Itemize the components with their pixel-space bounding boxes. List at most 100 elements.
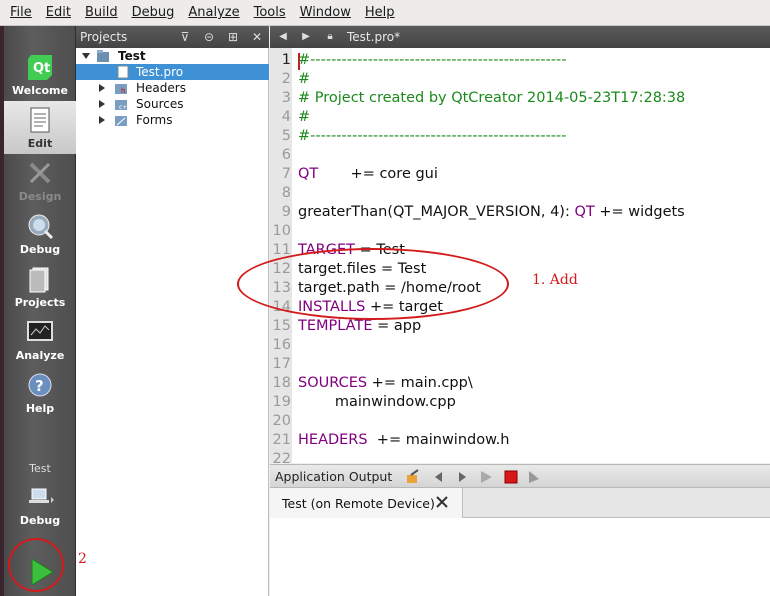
line-number: 10: [272, 223, 291, 239]
code-line: greaterThan(QT_MAJOR_VERSION, 4): QT += …: [298, 204, 685, 220]
line-number: 9: [281, 204, 291, 220]
kit-selector[interactable]: Debug: [4, 478, 76, 531]
mode-label: Help: [25, 402, 55, 415]
pro-file-icon: [117, 65, 129, 79]
mode-analyze[interactable]: Analyze: [4, 313, 76, 366]
menu-build[interactable]: Build: [85, 5, 118, 20]
mode-design[interactable]: Design: [4, 154, 76, 207]
collapsed-arrow-icon[interactable]: [98, 99, 106, 109]
mode-label: Design: [18, 190, 62, 203]
mode-welcome[interactable]: Qt Welcome: [4, 48, 76, 101]
menu-file[interactable]: File: [10, 5, 32, 20]
line-number: 22: [272, 451, 291, 463]
line-number: 8: [281, 185, 291, 201]
code-line: # Project created by QtCreator 2014-05-2…: [298, 90, 686, 106]
design-tools-icon: [29, 162, 51, 184]
code-line: #: [298, 71, 311, 87]
computer-device-icon: [29, 488, 54, 503]
help-icon: ?: [28, 373, 52, 397]
link-sync-icon[interactable]: ⊝: [201, 29, 217, 45]
lock-icon: 🔒︎: [327, 31, 333, 42]
annotation-step1: 1. Add: [532, 272, 578, 288]
code-line: #---------------------------------------…: [298, 128, 567, 144]
mode-help[interactable]: ? Help: [4, 366, 76, 419]
menu-bar: File Edit Build Debug Analyze Tools Wind…: [0, 0, 770, 26]
menu-edit[interactable]: Edit: [46, 5, 71, 20]
editor-toolbar: ◀ ▶ 🔒︎ Test.pro* ▲: [270, 26, 770, 48]
line-number: 19: [272, 394, 291, 410]
previous-icon[interactable]: [431, 469, 447, 485]
line-number: 3: [281, 90, 291, 106]
line-number: 7: [281, 166, 291, 182]
kit-project-label: Test: [29, 462, 51, 475]
mode-label: Projects: [14, 296, 66, 309]
projects-pane-header: Projects ⊽ ⊝ ⊞ ✕: [76, 26, 269, 48]
next-icon[interactable]: [454, 469, 470, 485]
code-line: #: [298, 109, 311, 125]
mode-debug[interactable]: Debug: [4, 207, 76, 260]
close-icon[interactable]: ✕: [249, 29, 265, 45]
tree-item-sources[interactable]: c++ Sources: [76, 96, 269, 112]
line-number: 18: [272, 375, 291, 391]
clear-output-icon[interactable]: [405, 469, 421, 485]
split-icon[interactable]: ⊞: [225, 29, 241, 45]
edit-document-icon: [30, 107, 50, 133]
close-tab-icon[interactable]: [435, 495, 449, 509]
menu-help[interactable]: Help: [365, 5, 395, 20]
line-number: 17: [272, 356, 291, 372]
nav-back-icon[interactable]: ◀: [276, 29, 290, 45]
analyze-monitor-icon: [27, 321, 53, 341]
annotation-run-circle: [8, 538, 64, 592]
svg-text:Qt: Qt: [33, 61, 50, 76]
line-number: 4: [281, 109, 291, 125]
svg-text:c++: c++: [119, 104, 128, 111]
mode-label: Edit: [27, 137, 53, 150]
tree-item-pro-file[interactable]: Test.pro: [76, 64, 269, 80]
tree-item-forms[interactable]: Forms: [76, 112, 269, 128]
expanded-arrow-icon[interactable]: [82, 51, 90, 61]
rerun-icon[interactable]: [478, 469, 494, 485]
filter-icon[interactable]: ⊽: [177, 29, 193, 45]
mode-projects[interactable]: Projects: [4, 260, 76, 313]
open-document-combo[interactable]: Test.pro*: [347, 26, 400, 48]
qt-creator-window: File Edit Build Debug Analyze Tools Wind…: [0, 0, 770, 596]
code-line: QT += core gui: [298, 166, 438, 182]
output-tab-remote[interactable]: Test (on Remote Device): [270, 488, 463, 519]
kit-config-label: Debug: [19, 514, 61, 527]
line-number: 6: [281, 147, 291, 163]
nav-forward-icon[interactable]: ▶: [299, 29, 313, 45]
code-line: SOURCES += main.cpp\: [298, 375, 473, 391]
line-number: 20: [272, 413, 291, 429]
line-number: 21: [272, 432, 291, 448]
output-tab-bar: Test (on Remote Device): [270, 488, 770, 519]
tree-item-headers[interactable]: h Headers: [76, 80, 269, 96]
application-output-body[interactable]: [270, 518, 770, 596]
svg-text:?: ?: [35, 377, 44, 395]
annotation-ellipse: [237, 248, 509, 320]
line-number: 16: [272, 337, 291, 353]
code-line: mainwindow.cpp: [298, 394, 456, 410]
project-tree: Test Test.pro h Headers c++ Sources Form…: [76, 48, 269, 596]
stop-icon[interactable]: [503, 469, 519, 485]
headers-folder-icon: h: [115, 84, 127, 95]
tree-item-project[interactable]: Test: [76, 48, 269, 64]
menu-debug[interactable]: Debug: [132, 5, 175, 20]
menu-tools[interactable]: Tools: [254, 5, 286, 20]
menu-analyze[interactable]: Analyze: [188, 5, 239, 20]
application-output-header: Application Output: [270, 464, 770, 488]
svg-text:h: h: [121, 87, 125, 95]
projects-pane-title: Projects: [80, 30, 128, 44]
mode-edit[interactable]: Edit: [4, 101, 76, 154]
collapsed-arrow-icon[interactable]: [98, 83, 106, 93]
line-number: 1: [281, 52, 291, 68]
attach-debugger-icon[interactable]: [526, 469, 542, 485]
sources-folder-icon: c++: [115, 100, 128, 111]
code-line: #---------------------------------------…: [298, 52, 567, 68]
line-number: 2: [281, 71, 291, 87]
application-output-title: Application Output: [275, 469, 393, 484]
qt-logo-icon: Qt: [28, 55, 52, 80]
forms-folder-icon: [115, 116, 127, 126]
menu-window[interactable]: Window: [300, 5, 351, 20]
code-line: HEADERS += mainwindow.h: [298, 432, 510, 448]
collapsed-arrow-icon[interactable]: [98, 115, 106, 125]
